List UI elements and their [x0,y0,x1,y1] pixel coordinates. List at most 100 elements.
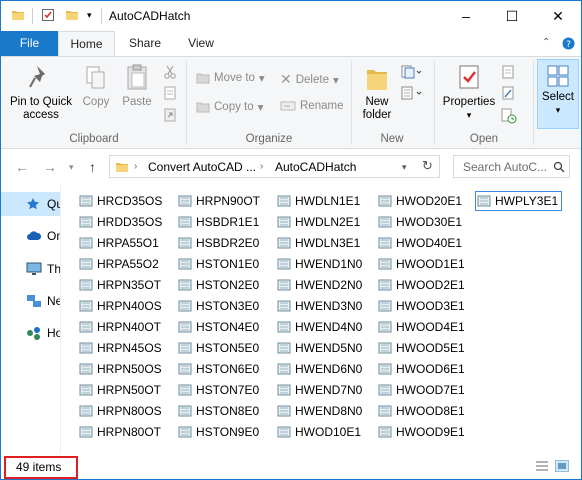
file-item[interactable]: HRPN40OS [78,296,162,316]
breadcrumb-parent[interactable]: Convert AutoCAD ... [148,160,256,174]
pin-to-quick-access-button[interactable]: Pin to Quick access [5,63,77,122]
copy-path-icon[interactable] [163,86,177,100]
file-item[interactable]: HSTON5E0 [177,338,259,358]
move-to-button[interactable]: Move to ▾ [196,71,265,85]
file-item[interactable]: HWOD20E1 [377,191,462,211]
large-icons-view-icon[interactable] [555,460,569,472]
file-item[interactable]: HRPN50OT [78,380,161,400]
file-item[interactable]: HSTON3E0 [177,296,259,316]
tab-file[interactable]: File [1,31,58,56]
file-item[interactable]: HRPN40OT [78,317,161,337]
file-item[interactable]: HWEND6N0 [276,359,362,379]
refresh-icon[interactable]: ↻ [422,158,433,174]
file-item[interactable]: HWOOD8E1 [377,401,465,421]
address-dropdown-icon[interactable]: ▾ [402,162,407,173]
new-folder-button[interactable]: New folder [355,63,399,122]
new-item-icon[interactable] [401,65,423,79]
file-item[interactable]: HRPN50OS [78,359,162,379]
file-item[interactable]: HWEND1N0 [276,254,362,274]
file-item[interactable]: HWDLN3E1 [276,233,360,253]
file-item[interactable]: HRDD35OS [78,212,162,232]
copy-button[interactable]: Copy [77,63,115,109]
file-item[interactable]: HRPN35OT [78,275,161,295]
properties-quick-icon[interactable] [41,8,55,22]
file-item[interactable]: HWDLN1E1 [276,191,360,211]
file-item[interactable]: HWEND3N0 [276,296,362,316]
search-box[interactable]: Search AutoC... [453,155,570,178]
nav-item-this-pc[interactable]: Th [1,257,60,281]
file-item[interactable]: HWOOD7E1 [377,380,465,400]
file-item[interactable]: HSTON6E0 [177,359,259,379]
open-icon[interactable] [501,65,515,79]
nav-item-homegroup[interactable]: Ho [1,321,60,345]
address-bar[interactable]: › Convert AutoCAD ... › AutoCADHatch ▾ ↻ [109,155,440,178]
paste-button[interactable]: Paste [117,63,157,109]
help-icon[interactable]: ? [562,37,575,50]
nav-item-quick-access[interactable]: Qu [1,192,60,216]
select-button[interactable]: Select ▾ [537,59,579,129]
paste-shortcut-icon[interactable] [163,108,177,122]
tab-home[interactable]: Home [58,31,115,57]
file-item[interactable]: HRPN45OS [78,338,162,358]
maximize-button[interactable]: ☐ [489,1,535,31]
file-item[interactable]: HWEND4N0 [276,317,362,337]
nav-item-network[interactable]: Ne [1,289,60,313]
file-item[interactable]: HRPA55O2 [78,254,159,274]
rename-button[interactable]: Rename [280,100,343,112]
file-item[interactable]: HWOD30E1 [377,212,462,232]
file-item[interactable]: HSTON4E0 [177,317,259,337]
file-item[interactable]: HRPN80OT [78,422,161,442]
breadcrumb-current[interactable]: AutoCADHatch [275,160,356,174]
new-folder-quick-icon[interactable] [65,8,79,22]
nav-item-onedrive[interactable]: On [1,224,60,248]
file-item[interactable]: HWOOD2E1 [377,275,465,295]
file-item[interactable]: HWEND2N0 [276,275,362,295]
copy-to-button[interactable]: Copy to ▾ [196,100,263,114]
file-item[interactable]: HRPA55O1 [78,233,159,253]
file-item[interactable]: HWOOD4E1 [377,317,465,337]
properties-button[interactable]: Properties ▾ [438,63,500,122]
easy-access-icon[interactable] [401,86,423,100]
tab-view[interactable]: View [177,31,225,56]
file-item[interactable]: HSTON1E0 [177,254,259,274]
file-item[interactable]: HSTON9E0 [177,422,259,442]
file-item[interactable]: HWOD40E1 [377,233,462,253]
pattern-file-icon [378,384,392,396]
file-item[interactable]: HSTON8E0 [177,401,259,421]
file-name: HWDLN1E1 [295,194,361,208]
minimize-button[interactable]: – [443,1,489,31]
file-item[interactable]: HRPN80OS [78,401,162,421]
details-view-icon[interactable] [535,460,549,472]
up-arrow-icon[interactable]: ↑ [89,159,96,175]
file-item[interactable]: HRPN90OT [177,191,260,211]
file-item[interactable]: HWEND8N0 [276,401,362,421]
delete-button[interactable]: ✕ Delete ▾ [280,71,339,88]
file-item[interactable]: HWOOD6E1 [377,359,465,379]
file-item[interactable]: HWOOD1E1 [377,254,465,274]
tab-share[interactable]: Share [121,31,169,56]
file-item[interactable]: HWOD10E1 [276,422,361,442]
file-item[interactable]: HWOOD3E1 [377,296,465,316]
file-name: HRPN40OS [97,299,162,313]
file-item[interactable]: HSBDR1E1 [177,212,259,232]
file-item[interactable]: HWDLN2E1 [276,212,360,232]
file-item[interactable]: HWEND7N0 [276,380,362,400]
file-item[interactable]: HWEND5N0 [276,338,362,358]
search-input[interactable]: Search AutoC... [463,160,547,174]
collapse-ribbon-icon[interactable]: ⌃ [542,37,550,48]
customize-toolbar-icon[interactable]: ▾ [87,10,92,21]
file-item[interactable]: HWOOD5E1 [377,338,465,358]
file-item[interactable]: HSTON7E0 [177,380,259,400]
back-arrow-icon[interactable]: ← [15,159,29,175]
recent-locations-icon[interactable]: ▾ [69,162,74,173]
file-item[interactable]: HRCD35OS [78,191,162,211]
forward-arrow-icon[interactable]: → [43,159,57,175]
file-item[interactable]: HSTON2E0 [177,275,259,295]
file-item[interactable]: HWOOD9E1 [377,422,465,442]
history-icon[interactable] [501,108,517,124]
cut-icon[interactable] [163,65,177,79]
close-button[interactable]: ✕ [535,1,581,31]
file-item[interactable]: HWPLY3E1 [475,191,563,211]
file-item[interactable]: HSBDR2E0 [177,233,259,253]
edit-icon[interactable] [501,86,515,100]
